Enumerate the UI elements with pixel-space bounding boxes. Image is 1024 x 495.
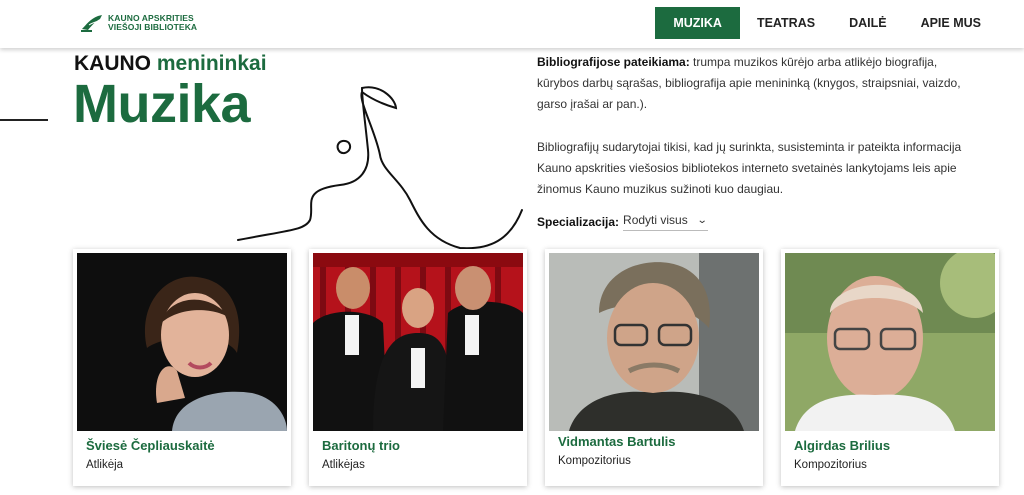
artist-photo [785,253,995,431]
description-bold-lead: Bibliografijose pateikiama: [537,55,690,69]
main-nav: MUZIKA TEATRAS DAILĖ APIE MUS [655,7,998,39]
logo-text: KAUNO APSKRITIES VIEŠOJI BIBLIOTEKA [108,14,197,32]
artist-role: Kompozitorius [794,459,867,471]
description-paragraph-2: Bibliografijų sudarytojai tikisi, kad jų… [537,140,962,196]
artist-role: Atlikėja [86,459,124,471]
artist-name: Vidmantas Bartulis [558,434,676,449]
description-paragraph-1: Bibliografijose pateikiama: trumpa muzik… [537,52,977,115]
description: Bibliografijose pateikiama: trumpa muzik… [537,52,977,222]
logo-line-2: VIEŠOJI BIBLIOTEKA [108,22,198,32]
artist-name: Šviesė Čepliauskaitė [86,438,215,453]
chevron-down-icon: ⌄ [696,214,708,226]
nav-item-muzika[interactable]: MUZIKA [655,7,740,39]
book-logo-icon [81,15,102,32]
filter-label: Specializacija: [537,215,620,229]
specialization-filter: Specializacija: Rodyti visus ⌄ [537,213,709,231]
artist-card-sviese-cepliauskaite[interactable]: Šviesė Čepliauskaitė Atlikėja [73,249,291,486]
artist-card-algirdas-brilius[interactable]: Algirdas Brilius Kompozitorius [781,249,999,486]
nav-item-daile[interactable]: DAILĖ [832,7,904,39]
nav-item-teatras[interactable]: TEATRAS [740,7,832,39]
filter-selected-value: Rodyti visus [623,213,688,227]
artist-role: Atlikėjas [322,459,365,471]
artist-photo [549,253,759,431]
music-note-squiggle-decoration [237,86,523,250]
artist-name: Algirdas Brilius [794,438,891,453]
artist-photo [313,253,523,431]
artist-name: Baritonų trio [322,438,400,453]
artist-card-baritonu-trio[interactable]: Baritonų trio Atlikėjas [309,249,527,486]
library-logo[interactable]: KAUNO APSKRITIES VIEŠOJI BIBLIOTEKA [80,13,197,33]
page-title: Muzika [73,74,251,134]
nav-item-apie-mus[interactable]: APIE MUS [904,7,998,39]
artist-photo [77,253,287,431]
hero-prefix: KAUNO [74,52,151,75]
artist-card-vidmantas-bartulis[interactable]: Vidmantas Bartulis Kompozitorius [545,249,763,486]
hero-subtitle-green: menininkai [156,52,267,75]
decorative-line [0,119,48,121]
specialization-select[interactable]: Rodyti visus ⌄ [623,213,709,231]
site-header: KAUNO APSKRITIES VIEŠOJI BIBLIOTEKA MUZI… [0,0,1024,48]
artist-role: Kompozitorius [558,455,631,467]
